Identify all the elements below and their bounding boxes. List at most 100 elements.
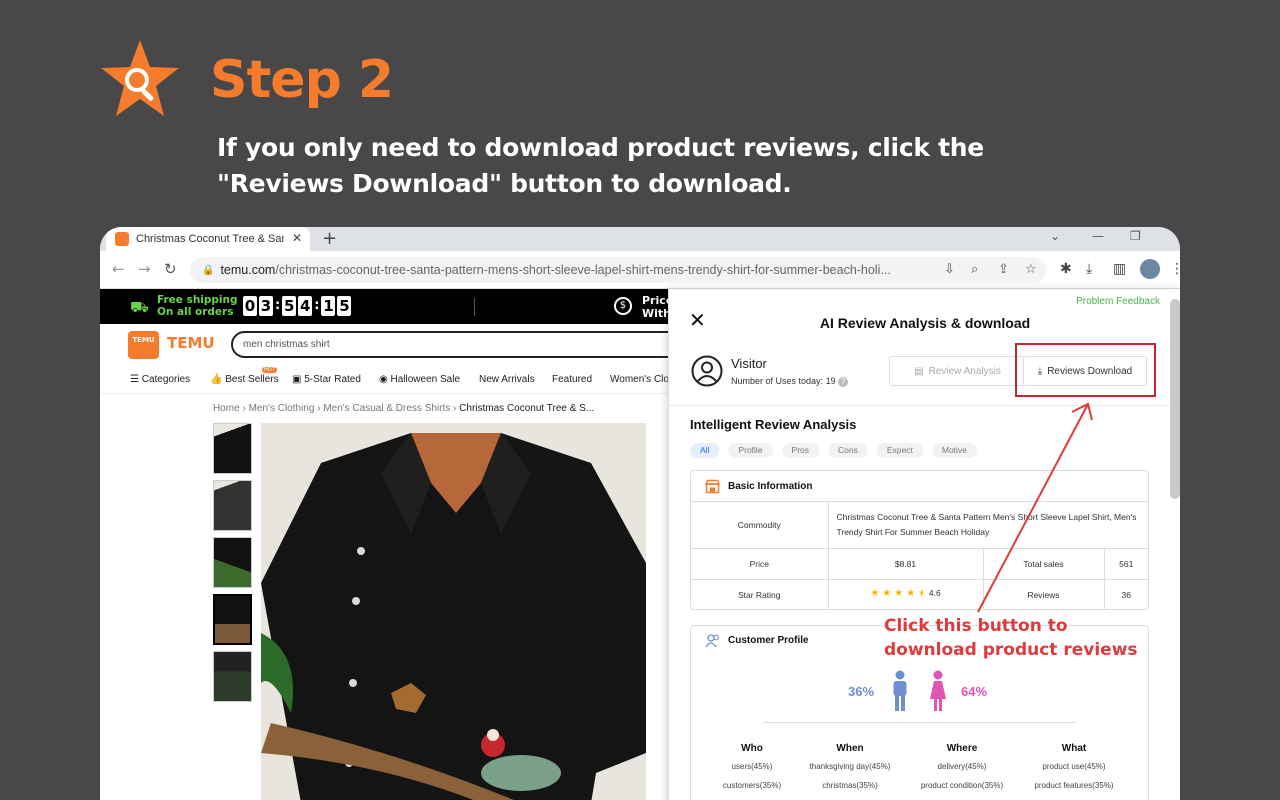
list-item: customers(35%) [722,781,782,790]
annotation-line2: download product reviews [884,640,1138,660]
promo-line1: Free shipping [157,294,238,306]
nav-featured[interactable]: Featured [552,374,592,385]
product-thumbnail[interactable] [213,651,252,702]
chip-expect[interactable]: Expect [876,443,923,458]
timer-digit: 0 [243,296,257,316]
star-rating-value: 4.6 [928,588,941,599]
temu-wordmark[interactable]: TEMU [167,334,215,352]
rated-icon: ▣ [292,374,305,385]
address-bar-row: ← → ↻ 🔒 temu.com/christmas-coconut-tree-… [100,251,1180,289]
tab-search-icon[interactable]: ⌄ [1050,229,1060,243]
tab-title: Christmas Coconut Tree & Santa [136,233,284,245]
section-title: Intelligent Review Analysis [690,417,857,432]
list-item: christmas(35%) [822,781,878,790]
crumb-home[interactable]: Home [213,403,240,414]
chip-pros[interactable]: Pros [781,443,820,458]
url-path: /christmas-coconut-tree-santa-pattern-me… [275,263,891,277]
where-column: Where delivery(45%) product condition(35… [907,743,1017,800]
url-domain: temu.com [220,263,276,277]
menu-icon[interactable]: ⋮ [1170,261,1180,277]
list-item: users(45%) [731,762,773,771]
total-sales-value: 561 [1103,547,1148,580]
timer-digit: 1 [321,296,336,316]
female-percentage: 64% [961,684,988,699]
install-icon[interactable]: ⇩ [944,262,955,277]
help-icon[interactable]: ? [838,376,849,387]
product-thumbnail[interactable] [213,480,252,531]
crumb-current: Christmas Coconut Tree & S... [459,403,595,414]
crumb-casual[interactable]: Men's Casual & Dress Shirts [323,403,450,414]
tab-close-icon[interactable]: ✕ [292,231,302,245]
nav-five-star[interactable]: ▣ 5-Star Rated [292,374,361,385]
chip-cons[interactable]: Cons [828,443,868,458]
dollar-icon: $ [614,297,632,315]
customer-profile-heading: Customer Profile [728,635,809,646]
problem-feedback-link[interactable]: Problem Feedback [1076,296,1160,307]
tab-bar: Christmas Coconut Tree & Santa ✕ + ⌄ — ❐ [100,227,1180,251]
temu-favicon-icon [115,232,129,246]
forward-icon[interactable]: → [138,260,151,278]
annotation-arrow [977,402,1093,613]
reload-icon[interactable]: ↻ [164,260,177,278]
when-column: When thanksgiving day(45%) christmas(35%… [795,743,905,800]
zoom-icon[interactable]: ⌕ [971,262,978,277]
step-title: Step 2 [210,50,394,110]
downloads-icon[interactable]: ⤓ [1086,261,1092,277]
lock-icon: 🔒 [202,264,215,276]
star-rating-label: Star Rating [691,578,829,610]
side-panel-icon[interactable]: ▥ [1113,261,1126,277]
star-search-icon [101,40,179,116]
timer-digit: 3 [259,296,273,316]
bookmark-star-icon[interactable]: ☆ [1025,262,1037,277]
pumpkin-icon: ◉ [379,374,391,385]
annotation-text: Click this button to download product re… [884,614,1138,662]
promo-line2: On all orders [157,306,234,318]
nav-womens[interactable]: Women's Clot [610,374,672,385]
list-item: delivery(45%) [937,762,987,771]
step-description: If you only need to download product rev… [217,133,984,198]
product-thumbnail[interactable] [213,537,252,588]
extensions-icon[interactable]: ✱ [1060,261,1072,277]
nav-new-arrivals[interactable]: New Arrivals [479,374,535,385]
filter-chips: All Profile Pros Cons Expect Motive [690,443,977,458]
uses-count: 19 [825,376,836,386]
promo-divider [474,298,475,316]
profile-avatar[interactable] [1140,259,1160,279]
search-input[interactable]: men christmas shirt [231,331,691,358]
product-thumbnail[interactable] [213,594,252,645]
list-item: product condition(35%) [920,781,1004,790]
hot-badge: HOT [262,367,277,373]
annotation-line1: Click this button to [884,616,1068,636]
back-icon[interactable]: ← [112,260,125,278]
star-rating-cell: ★★★★⯨ 4.6 [827,578,984,610]
panel-title: AI Review Analysis & download [819,315,1031,331]
review-analysis-button[interactable]: ▤ Review Analysis [889,356,1026,386]
url-input[interactable]: 🔒 temu.com/christmas-coconut-tree-santa-… [190,257,1046,283]
timer-digit: 5 [337,296,352,316]
product-main-image[interactable] [261,423,646,800]
highlight-box [1015,343,1156,397]
chip-all[interactable]: All [690,443,720,458]
nav-categories[interactable]: ☰ Categories [130,374,190,385]
nav-best-sellers[interactable]: 👍 Best Sellers [210,374,279,385]
nav-halloween[interactable]: ◉ Halloween Sale [379,374,460,385]
users-icon [705,634,719,648]
restore-icon[interactable]: ❐ [1130,229,1141,243]
basic-info-heading: Basic Information [728,480,813,492]
what-column: What product use(45%) product features(3… [1019,743,1129,800]
product-thumbnail[interactable] [213,423,252,474]
list-item: thanksgiving day(45%) [809,762,891,771]
menu-lines-icon: ☰ [130,374,142,385]
chip-profile[interactable]: Profile [728,443,773,458]
search-query: men christmas shirt [243,339,330,350]
browser-tab[interactable]: Christmas Coconut Tree & Santa ✕ [106,227,310,251]
temu-logo[interactable]: TEMU [128,331,159,359]
timer-digit: 5 [282,296,297,316]
share-icon[interactable]: ⇪ [998,262,1009,277]
ai-review-panel: Problem Feedback ✕ AI Review Analysis & … [668,289,1180,800]
thumbs-up-icon: 👍 [210,374,226,385]
minimize-icon[interactable]: — [1092,229,1104,243]
store-icon [705,479,720,494]
crumb-mens-clothing[interactable]: Men's Clothing [249,403,315,414]
new-tab-icon[interactable]: + [322,228,337,249]
